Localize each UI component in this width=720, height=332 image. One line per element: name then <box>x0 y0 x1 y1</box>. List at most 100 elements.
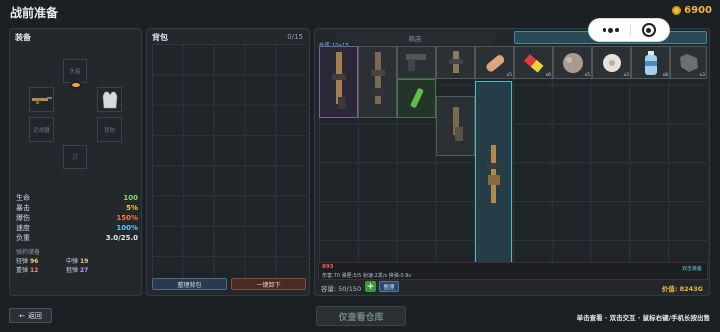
stat-value: 150% <box>116 214 138 222</box>
capsule-divider <box>629 24 631 36</box>
ammo-label: 中弹 <box>66 258 79 265</box>
gold-display: 6900 <box>672 5 712 16</box>
warehouse-item[interactable] <box>358 46 397 118</box>
stat-value: 5% <box>126 204 138 212</box>
sniper-rifle-icon <box>486 145 501 203</box>
equipment-title: 装备 <box>15 33 31 42</box>
stat-value: 3.0/25.0 <box>105 234 138 242</box>
warehouse-item[interactable]: x3 <box>670 46 707 79</box>
ammo-label: 重弹 <box>16 267 29 274</box>
warehouse-item[interactable] <box>397 79 436 118</box>
equip-hint: 双击装备 <box>681 266 702 272</box>
item-count: x5 <box>584 73 590 78</box>
item-count: x8 <box>662 73 668 78</box>
weapon-slot[interactable] <box>29 87 54 112</box>
bandage-icon <box>485 54 504 72</box>
pistol-icon <box>452 107 463 141</box>
warehouse-item[interactable] <box>319 46 358 118</box>
backpack-title: 背包 <box>152 33 168 42</box>
ammo-heavy: 重弹 12 <box>16 265 54 274</box>
warehouse-item[interactable]: x6 <box>514 46 553 79</box>
warehouse-panel: 商店 仓库 仓库 10x15 x5 x6 x5 x3 x8 x3 <box>314 28 710 296</box>
ammo-row: 重弹 12 狙弹 27 <box>16 265 116 274</box>
water-bottle-icon <box>644 50 657 75</box>
total-value: 价值: 8243G <box>661 285 703 293</box>
capacity-label: 容量: 50/150 <box>321 285 362 293</box>
backpack-slot[interactable]: 背包 <box>97 117 122 142</box>
knife-slot[interactable]: 刀 <box>63 145 87 169</box>
rifle-icon <box>331 52 346 109</box>
ammo-light: 轻弹 96 <box>16 256 54 265</box>
ammo-value: 12 <box>29 267 39 274</box>
stat-row: 生命 100 <box>16 193 138 203</box>
stat-label: 速度 <box>16 224 30 232</box>
item-count: x3 <box>623 73 629 78</box>
selected-warehouse-item[interactable] <box>475 81 512 269</box>
warehouse-item[interactable]: x3 <box>592 46 631 79</box>
ammo-medium: 中弹 19 <box>66 256 88 265</box>
more-menu-icon[interactable] <box>602 27 619 33</box>
smg-icon <box>31 96 52 104</box>
melee-slot[interactable]: 近战器 <box>29 117 54 142</box>
warehouse-item[interactable] <box>436 96 475 156</box>
knife-slot-label: 刀 <box>72 155 78 161</box>
stat-label: 暴击 <box>16 204 30 212</box>
item-count: x5 <box>506 73 512 78</box>
eye-icon <box>70 81 82 89</box>
ammo-grid: 轻弹 96 中弹 19 重弹 12 狙弹 27 <box>16 256 116 274</box>
page-title: 战前准备 <box>10 6 59 20</box>
stat-row: 负重 3.0/25.0 <box>16 233 138 243</box>
sort-backpack-button[interactable]: 整理背包 <box>152 278 227 290</box>
item-count: x6 <box>545 73 551 78</box>
gold-amount: 6900 <box>684 5 712 16</box>
backpack-grid[interactable] <box>152 44 306 286</box>
stat-label: 负重 <box>16 234 30 242</box>
ammo-label: 轻弹 <box>16 258 29 265</box>
sort-warehouse-button[interactable]: 整理 <box>379 281 399 292</box>
ammo-sniper: 狙弹 27 <box>66 265 88 274</box>
unload-all-button[interactable]: 一键卸下 <box>231 278 306 290</box>
warehouse-item[interactable]: x5 <box>553 46 592 79</box>
stat-row: 暴击 5% <box>16 203 138 213</box>
warehouse-item[interactable]: x5 <box>475 46 514 79</box>
warehouse-item[interactable]: x8 <box>631 46 670 79</box>
smg-icon <box>448 50 463 73</box>
item-tooltip: 893 伤害:70 弹匣:5/5 射速:2发/s 换弹:0.9s 双击装备 <box>318 262 708 280</box>
item-count: x3 <box>699 73 705 78</box>
helmet-slot[interactable]: 头盔 <box>63 59 87 83</box>
roll-icon <box>602 53 621 72</box>
melee-slot-label: 近战器 <box>33 127 50 134</box>
warehouse-item[interactable] <box>436 46 475 79</box>
back-button[interactable]: ← 返回 <box>9 308 52 323</box>
ammo-title: 弹药储备 <box>16 249 41 256</box>
backpack-count: 0/15 <box>287 33 303 41</box>
add-capacity-button[interactable]: + <box>365 281 376 292</box>
item-name: 893 <box>322 264 334 270</box>
syringe-icon <box>410 87 423 108</box>
stat-label: 生命 <box>16 194 30 202</box>
stat-value: 100 <box>123 194 138 202</box>
armor-slot[interactable] <box>97 87 122 112</box>
stat-row: 爆伤 150% <box>16 213 138 223</box>
backpack-panel: 背包 0/15 整理背包 一键卸下 <box>146 28 310 296</box>
equipment-panel: 装备 头盔 近战器 背包 刀 生命 100 暴击 5% 爆伤 150% 速度 100% … <box>9 28 142 296</box>
pistol-icon <box>405 53 426 71</box>
ore-icon <box>562 52 583 73</box>
helmet-slot-label: 头盔 <box>69 69 81 75</box>
back-arrow-icon: ← <box>19 311 25 320</box>
tab-shop[interactable]: 商店 <box>335 32 495 44</box>
pill-icon <box>523 53 543 73</box>
coin-icon <box>672 6 682 15</box>
stat-label: 爆伤 <box>16 214 30 222</box>
back-label: 返回 <box>27 311 42 320</box>
view-warehouse-only-button[interactable]: 仅查看仓库 <box>316 306 406 326</box>
rifle-icon <box>370 52 385 104</box>
warehouse-item[interactable] <box>397 46 436 79</box>
close-target-icon[interactable] <box>641 23 656 37</box>
scrap-icon <box>679 53 698 72</box>
item-stats: 伤害:70 弹匣:5/5 射速:2发/s 换弹:0.9s <box>322 273 411 279</box>
stat-row: 速度 100% <box>16 223 138 233</box>
vest-icon <box>102 91 117 108</box>
control-hint: 单击查看 · 双击交互 · 鼠标右键/手机长按出售 <box>576 314 710 322</box>
ammo-value: 96 <box>29 258 39 265</box>
